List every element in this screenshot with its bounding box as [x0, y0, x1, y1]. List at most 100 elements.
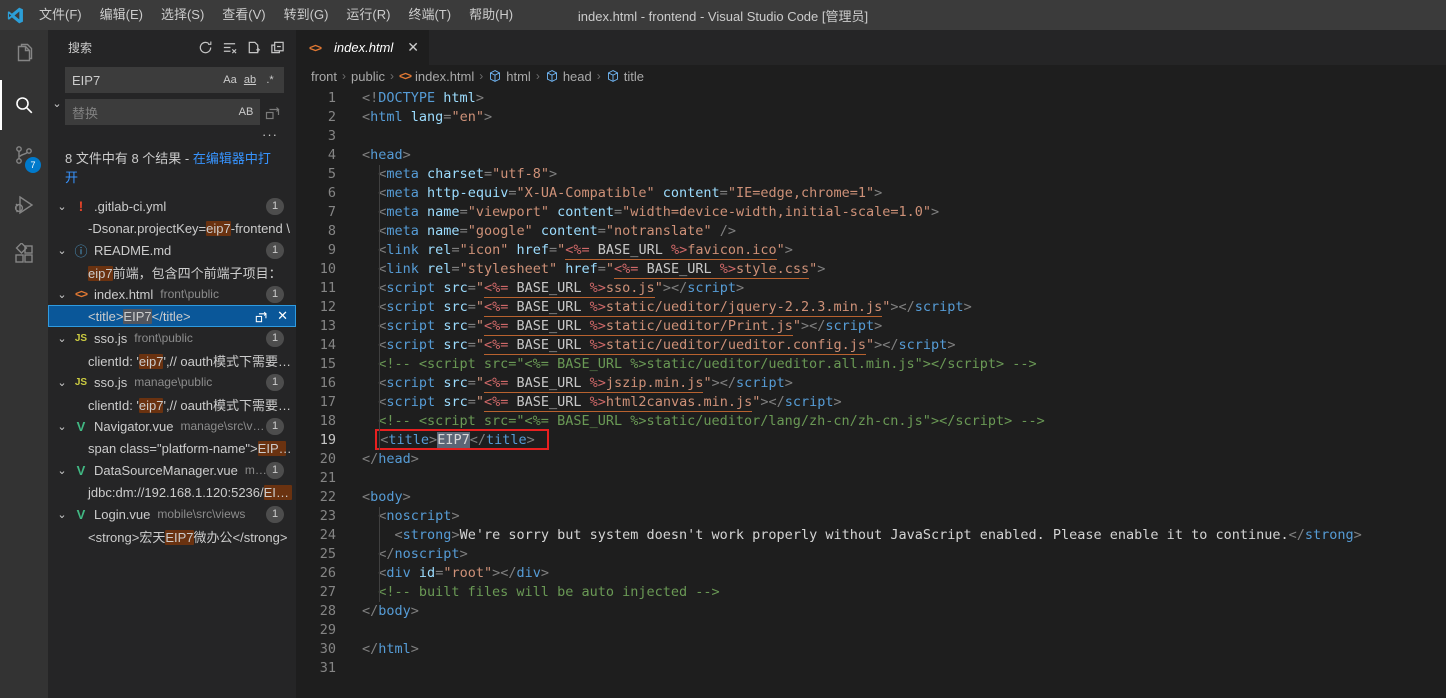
file-path: manage\public: [134, 375, 266, 389]
result-count-badge: 1: [266, 242, 284, 259]
dismiss-match-icon[interactable]: ✕: [277, 308, 288, 324]
line-number: 2: [296, 108, 336, 127]
menu-view[interactable]: 查看(V): [213, 0, 274, 30]
search-result-file[interactable]: ⌄VNavigator.vuemanage\src\vi…1: [48, 415, 296, 437]
file-path: manage\src\vi…: [181, 419, 267, 433]
code-line: 5 <meta charset="utf-8">: [296, 165, 1446, 184]
menu-edit[interactable]: 编辑(E): [91, 0, 152, 30]
breadcrumb-item-head[interactable]: head: [545, 69, 592, 84]
line-number: 16: [296, 374, 336, 393]
menu-terminal[interactable]: 终端(T): [399, 0, 460, 30]
search-icon[interactable]: [0, 80, 48, 130]
line-number: 19: [296, 431, 336, 450]
code-text: <strong>We're sorry but system doesn't w…: [362, 526, 1362, 545]
search-result-match[interactable]: eip7前端，包含四个前端子项目：: [48, 261, 296, 283]
menu-selection[interactable]: 选择(S): [152, 0, 213, 30]
match-highlight: EIP7: [264, 485, 292, 500]
refresh-icon[interactable]: [196, 39, 214, 57]
code-line: 17 <script src="<%= BASE_URL %>html2canv…: [296, 393, 1446, 412]
run-debug-icon[interactable]: [0, 180, 48, 230]
line-number: 12: [296, 298, 336, 317]
match-highlight: eip7: [139, 398, 164, 413]
menu-file[interactable]: 文件(F): [30, 0, 91, 30]
code-text: </html>: [362, 640, 419, 659]
search-result-file[interactable]: ⌄VLogin.vuemobile\src\views1: [48, 503, 296, 525]
result-count-badge: 1: [266, 418, 284, 435]
vue-file-icon: V: [72, 507, 90, 522]
breadcrumb-item-index-html[interactable]: <>index.html: [399, 69, 474, 84]
menu-help[interactable]: 帮助(H): [460, 0, 522, 30]
replace-match-icon[interactable]: [255, 309, 269, 323]
search-result-file[interactable]: ⌄JSsso.jsmanage\public1: [48, 371, 296, 393]
vscode-logo-icon: [0, 7, 30, 24]
menu-go[interactable]: 转到(G): [275, 0, 338, 30]
breadcrumb: front›public›<>index.html›html›head›titl…: [296, 65, 1446, 87]
line-number: 10: [296, 260, 336, 279]
line-number: 30: [296, 640, 336, 659]
search-result-match[interactable]: jdbc:dm://192.168.1.120:5236/EIP7…: [48, 481, 296, 503]
search-result-file[interactable]: ⌄VDataSourceManager.vuem…1: [48, 459, 296, 481]
search-result-file[interactable]: ⌄ⓘREADME.md1: [48, 239, 296, 261]
chevron-down-icon[interactable]: ⌄: [54, 200, 70, 213]
regex-icon[interactable]: .*: [260, 70, 280, 90]
breadcrumb-item-title[interactable]: title: [606, 69, 644, 84]
line-number: 29: [296, 621, 336, 640]
search-result-match[interactable]: <title>EIP7</title>✕: [48, 305, 296, 327]
code-editor[interactable]: 1<!DOCTYPE html>2<html lang="en">34<head…: [296, 87, 1446, 698]
line-number: 7: [296, 203, 336, 222]
line-number: 8: [296, 222, 336, 241]
chevron-down-icon[interactable]: ⌄: [54, 376, 70, 389]
line-number: 31: [296, 659, 336, 678]
menu-run[interactable]: 运行(R): [337, 0, 399, 30]
line-number: 23: [296, 507, 336, 526]
code-text: </body>: [362, 602, 419, 621]
search-result-file[interactable]: ⌄JSsso.jsfront\public1: [48, 327, 296, 349]
clear-results-icon[interactable]: [220, 39, 238, 57]
code-line: 26 <div id="root"></div>: [296, 564, 1446, 583]
match-case-icon[interactable]: Aa: [220, 70, 240, 90]
line-number: 27: [296, 583, 336, 602]
search-result-match[interactable]: span class="platform-name">EIP7 …: [48, 437, 296, 459]
chevron-down-icon[interactable]: ⌄: [54, 508, 70, 521]
search-result-match[interactable]: -Dsonar.projectKey=eip7-frontend \: [48, 217, 296, 239]
whole-word-icon[interactable]: ab: [240, 70, 260, 90]
symbol-cube-icon: [545, 69, 559, 83]
breadcrumb-item-front[interactable]: front: [311, 69, 337, 84]
code-text: <script src="<%= BASE_URL %>static/uedit…: [362, 336, 955, 355]
breadcrumb-item-public[interactable]: public: [351, 69, 385, 84]
replace-placeholder: 替换: [72, 103, 236, 122]
search-result-match[interactable]: clientId: 'eip7',// oauth模式下需要…: [48, 393, 296, 415]
toggle-replace-chevron-icon[interactable]: ⌄: [51, 97, 63, 110]
file-name: index.html: [94, 287, 153, 302]
explorer-icon[interactable]: [0, 30, 48, 80]
breadcrumb-item-html[interactable]: html: [488, 69, 531, 84]
open-search-editor-icon[interactable]: [244, 39, 262, 57]
search-input[interactable]: EIP7 Aa ab .*: [65, 67, 284, 93]
tab-index-html[interactable]: <> index.html ✕: [296, 30, 429, 65]
search-result-match[interactable]: clientId: 'eip7',// oauth模式下需要…: [48, 349, 296, 371]
chevron-down-icon[interactable]: ⌄: [54, 288, 70, 301]
toggle-details-icon[interactable]: ···: [65, 131, 284, 143]
preserve-case-icon[interactable]: AB: [236, 102, 256, 122]
match-highlight: eip7: [139, 354, 164, 369]
file-name: README.md: [94, 243, 171, 258]
extensions-icon[interactable]: [0, 230, 48, 280]
chevron-down-icon[interactable]: ⌄: [54, 464, 70, 477]
search-result-match[interactable]: <strong>宏天EIP7微办公</strong>: [48, 525, 296, 547]
code-text: </head>: [362, 450, 419, 469]
chevron-down-icon[interactable]: ⌄: [54, 332, 70, 345]
search-result-file[interactable]: ⌄<>index.htmlfront\public1: [48, 283, 296, 305]
collapse-all-icon[interactable]: [268, 39, 286, 57]
chevron-down-icon[interactable]: ⌄: [54, 244, 70, 257]
code-text: <html lang="en">: [362, 108, 492, 127]
html-file-icon: <>: [72, 287, 90, 301]
code-line: 13 <script src="<%= BASE_URL %>static/ue…: [296, 317, 1446, 336]
breadcrumb-separator: ›: [479, 69, 483, 83]
source-control-icon[interactable]: 7: [0, 130, 48, 180]
replace-input[interactable]: 替换 AB: [65, 99, 260, 125]
tab-close-icon[interactable]: ✕: [407, 39, 419, 56]
line-number: 24: [296, 526, 336, 545]
search-result-file[interactable]: ⌄!.gitlab-ci.yml1: [48, 195, 296, 217]
chevron-down-icon[interactable]: ⌄: [54, 420, 70, 433]
replace-all-icon[interactable]: [262, 101, 284, 123]
